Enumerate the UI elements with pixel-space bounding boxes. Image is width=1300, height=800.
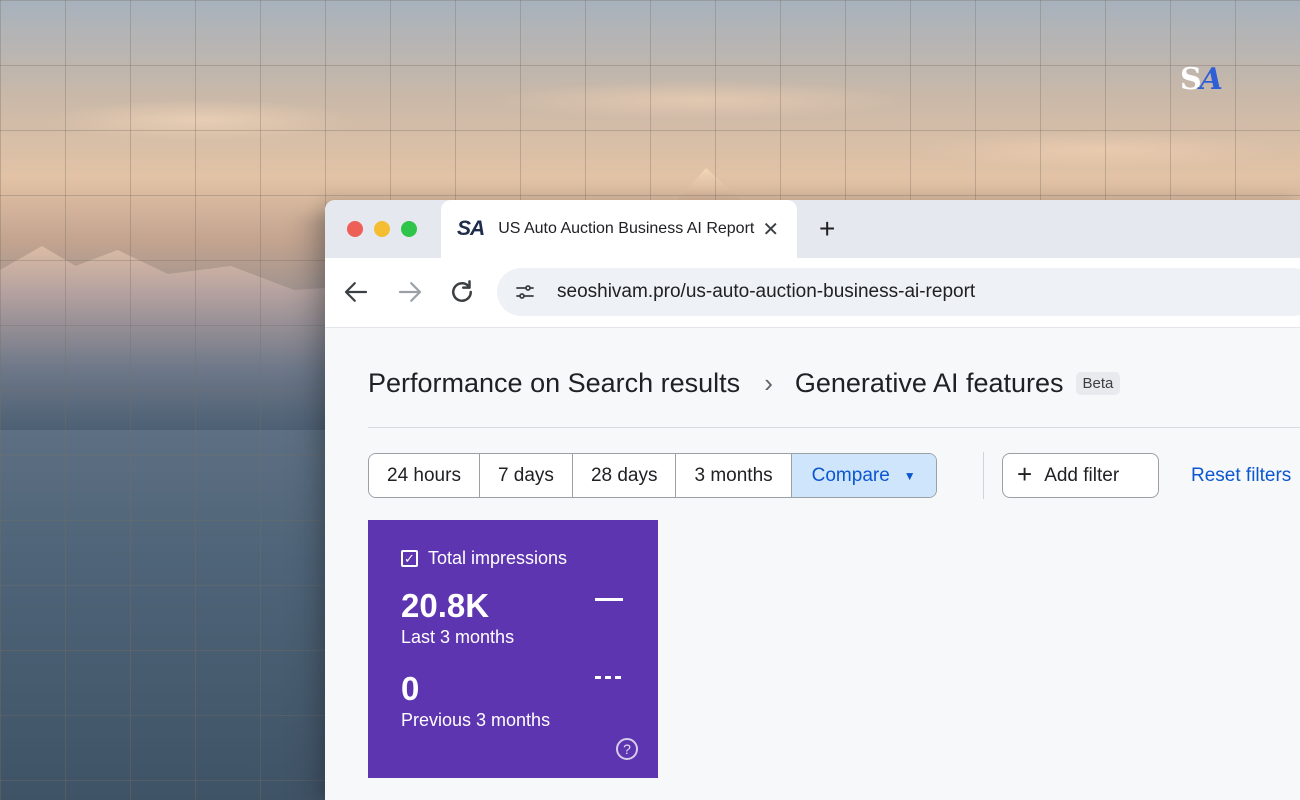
new-tab-button[interactable]: +	[819, 213, 835, 245]
vertical-divider	[983, 452, 984, 499]
tab-title: US Auto Auction Business AI Report	[498, 220, 755, 237]
window-controls	[347, 221, 417, 237]
dashed-line-legend-icon	[595, 676, 623, 679]
range-3-months-button[interactable]: 3 months	[676, 454, 792, 497]
url-text: seoshivam.pro/us-auto-auction-business-a…	[557, 281, 976, 302]
brand-logo: SA	[1180, 62, 1223, 97]
plus-icon: +	[1017, 458, 1033, 489]
beta-badge: Beta	[1075, 372, 1121, 395]
current-value: 20.8K	[401, 587, 490, 624]
reload-icon[interactable]	[447, 277, 477, 307]
forward-icon[interactable]	[395, 277, 425, 307]
breadcrumb: Performance on Search results › Generati…	[368, 368, 1121, 399]
site-settings-icon[interactable]	[513, 280, 537, 304]
compare-dropdown[interactable]: Compare ▼	[791, 454, 936, 497]
range-24-hours-button[interactable]: 24 hours	[369, 454, 480, 497]
range-28-days-button[interactable]: 28 days	[572, 454, 677, 497]
range-7-days-button[interactable]: 7 days	[479, 454, 573, 497]
close-window-button[interactable]	[347, 221, 363, 237]
browser-window: SA US Auto Auction Business AI Report ✕ …	[325, 200, 1300, 800]
date-range-selector: 24 hours 7 days 28 days 3 months Compare…	[368, 453, 937, 498]
caret-down-icon: ▼	[903, 468, 916, 483]
reset-filters-link[interactable]: Reset filters	[1191, 465, 1291, 487]
add-filter-button[interactable]: + Add filter	[1002, 453, 1159, 498]
back-icon[interactable]	[341, 277, 371, 307]
breadcrumb-parent[interactable]: Performance on Search results	[368, 368, 740, 399]
total-impressions-card[interactable]: ✓ Total impressions 20.8K Last 3 months …	[368, 520, 658, 778]
card-header: ✓ Total impressions	[401, 548, 658, 569]
logo-letter-a: A	[1199, 62, 1223, 97]
divider	[368, 427, 1300, 428]
browser-toolbar: seoshivam.pro/us-auto-auction-business-a…	[325, 258, 1300, 328]
tab-close-icon[interactable]: ✕	[762, 217, 779, 242]
checkbox-checked-icon[interactable]: ✓	[401, 550, 418, 567]
help-icon[interactable]: ?	[616, 738, 638, 760]
compare-label: Compare	[811, 464, 890, 486]
browser-tab-active[interactable]: SA US Auto Auction Business AI Report ✕	[441, 200, 797, 258]
logo-letter-s: S	[1180, 62, 1202, 97]
favicon-icon: SA	[457, 217, 485, 240]
current-period-label: Last 3 months	[401, 627, 515, 647]
solid-line-legend-icon	[595, 598, 623, 601]
minimize-window-button[interactable]	[374, 221, 390, 237]
add-filter-label: Add filter	[1044, 464, 1120, 486]
maximize-window-button[interactable]	[401, 221, 417, 237]
chevron-right-icon: ›	[764, 368, 773, 398]
previous-period-label: Previous 3 months	[401, 710, 551, 730]
tab-bar: SA US Auto Auction Business AI Report ✕ …	[325, 200, 1300, 258]
page-title: Generative AI features	[794, 368, 1064, 398]
address-bar[interactable]: seoshivam.pro/us-auto-auction-business-a…	[497, 268, 1300, 316]
card-title: Total impressions	[428, 548, 568, 568]
